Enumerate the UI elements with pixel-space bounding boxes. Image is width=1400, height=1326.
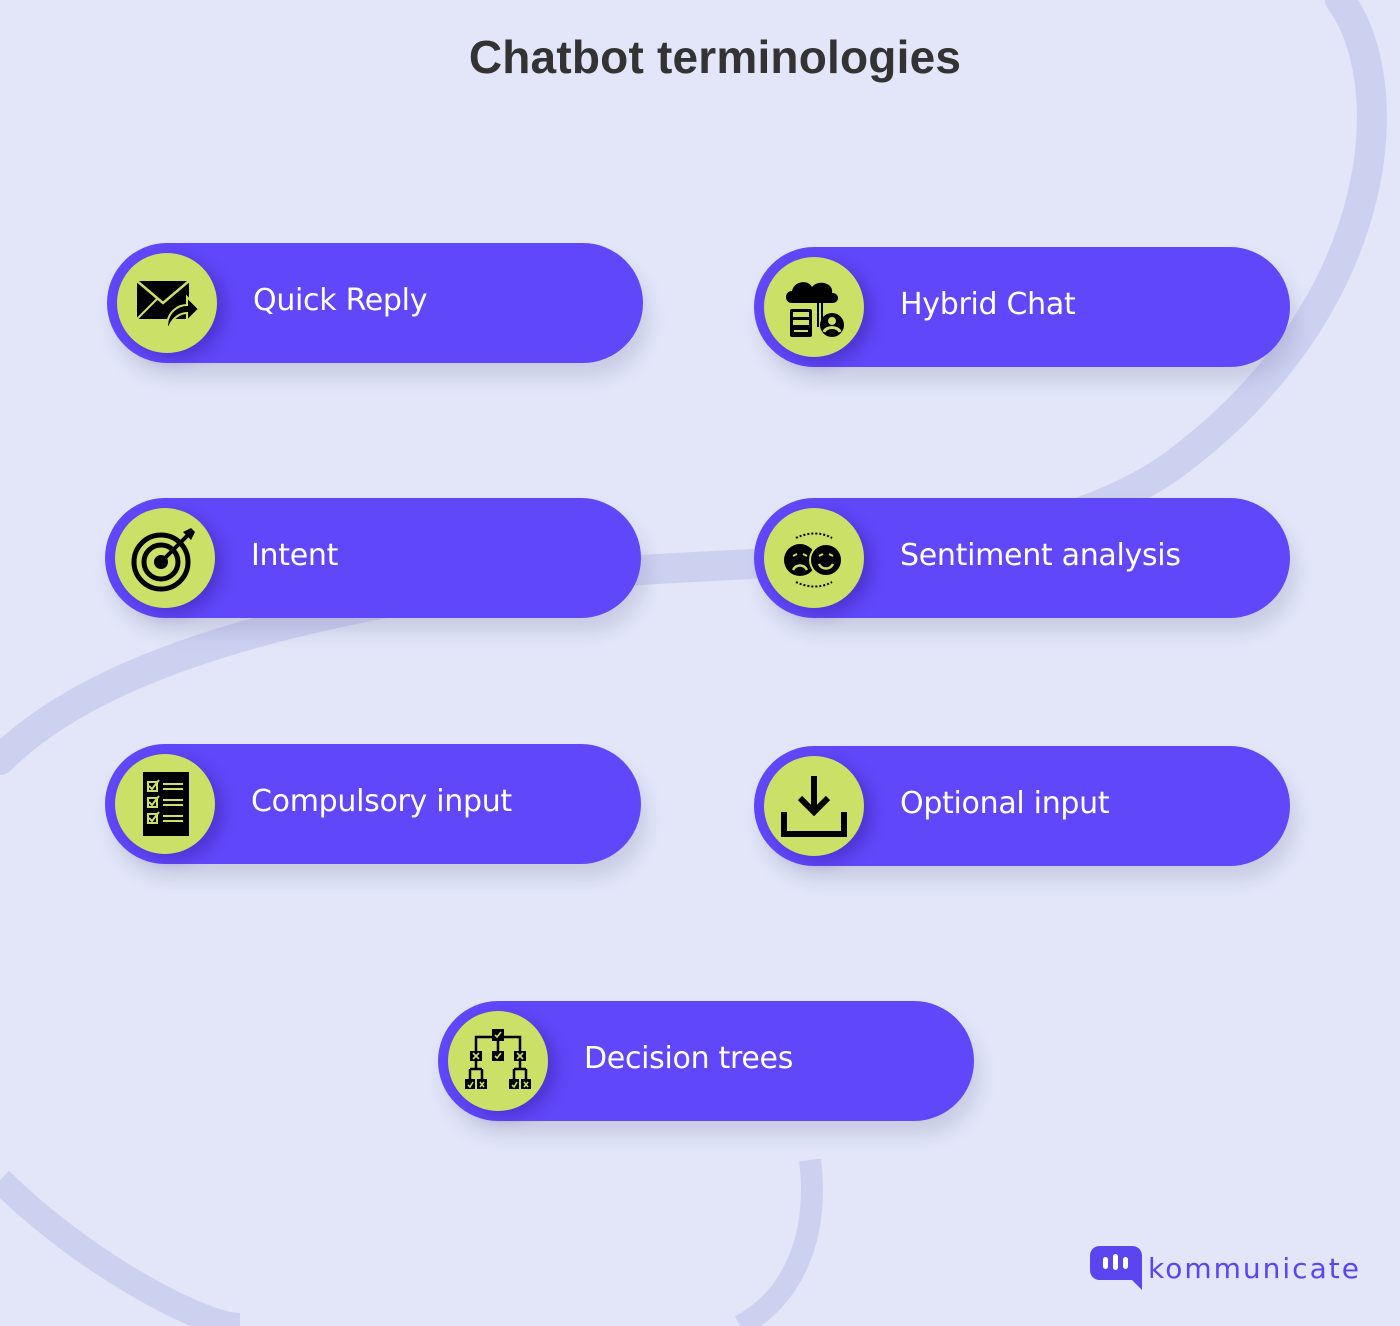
brand-name: kommunicate xyxy=(1148,1251,1361,1285)
term-hybrid-chat: Hybrid Chat xyxy=(754,247,1290,367)
term-badge xyxy=(764,756,864,856)
page-title: Chatbot terminologies xyxy=(468,31,962,83)
sad-happy-faces-icon xyxy=(784,532,843,588)
decision-tree-icon xyxy=(465,1029,531,1089)
term-badge xyxy=(764,257,864,357)
term-label: Quick Reply xyxy=(253,283,428,318)
term-intent: Intent xyxy=(105,498,641,618)
brand-logo: kommunicate xyxy=(1090,1244,1361,1292)
term-label: Hybrid Chat xyxy=(900,287,1076,322)
term-badge xyxy=(448,1011,548,1111)
chat-bubble-bars-icon xyxy=(1090,1246,1142,1290)
term-decision-trees: Decision trees xyxy=(438,1001,974,1121)
mail-reply-icon xyxy=(136,280,201,328)
term-compulsory-input: Compulsory input xyxy=(105,744,641,864)
term-optional-input: Optional input xyxy=(754,746,1290,866)
term-quick-reply: Quick Reply xyxy=(107,243,643,363)
term-label: Optional input xyxy=(900,786,1110,821)
term-label: Decision trees xyxy=(584,1041,794,1076)
term-sentiment-analysis: Sentiment analysis xyxy=(754,498,1290,618)
cloud-server-user-icon xyxy=(786,282,844,337)
background-curves xyxy=(0,0,1387,1326)
term-label: Sentiment analysis xyxy=(900,538,1181,573)
term-badge xyxy=(764,508,864,608)
term-badge xyxy=(115,754,215,854)
term-label: Compulsory input xyxy=(251,784,512,819)
term-badge xyxy=(115,508,215,608)
download-tray-icon xyxy=(781,776,847,837)
checklist-icon xyxy=(143,772,189,836)
term-label: Intent xyxy=(251,538,339,573)
target-dart-icon xyxy=(131,528,195,592)
term-badge xyxy=(117,253,217,353)
